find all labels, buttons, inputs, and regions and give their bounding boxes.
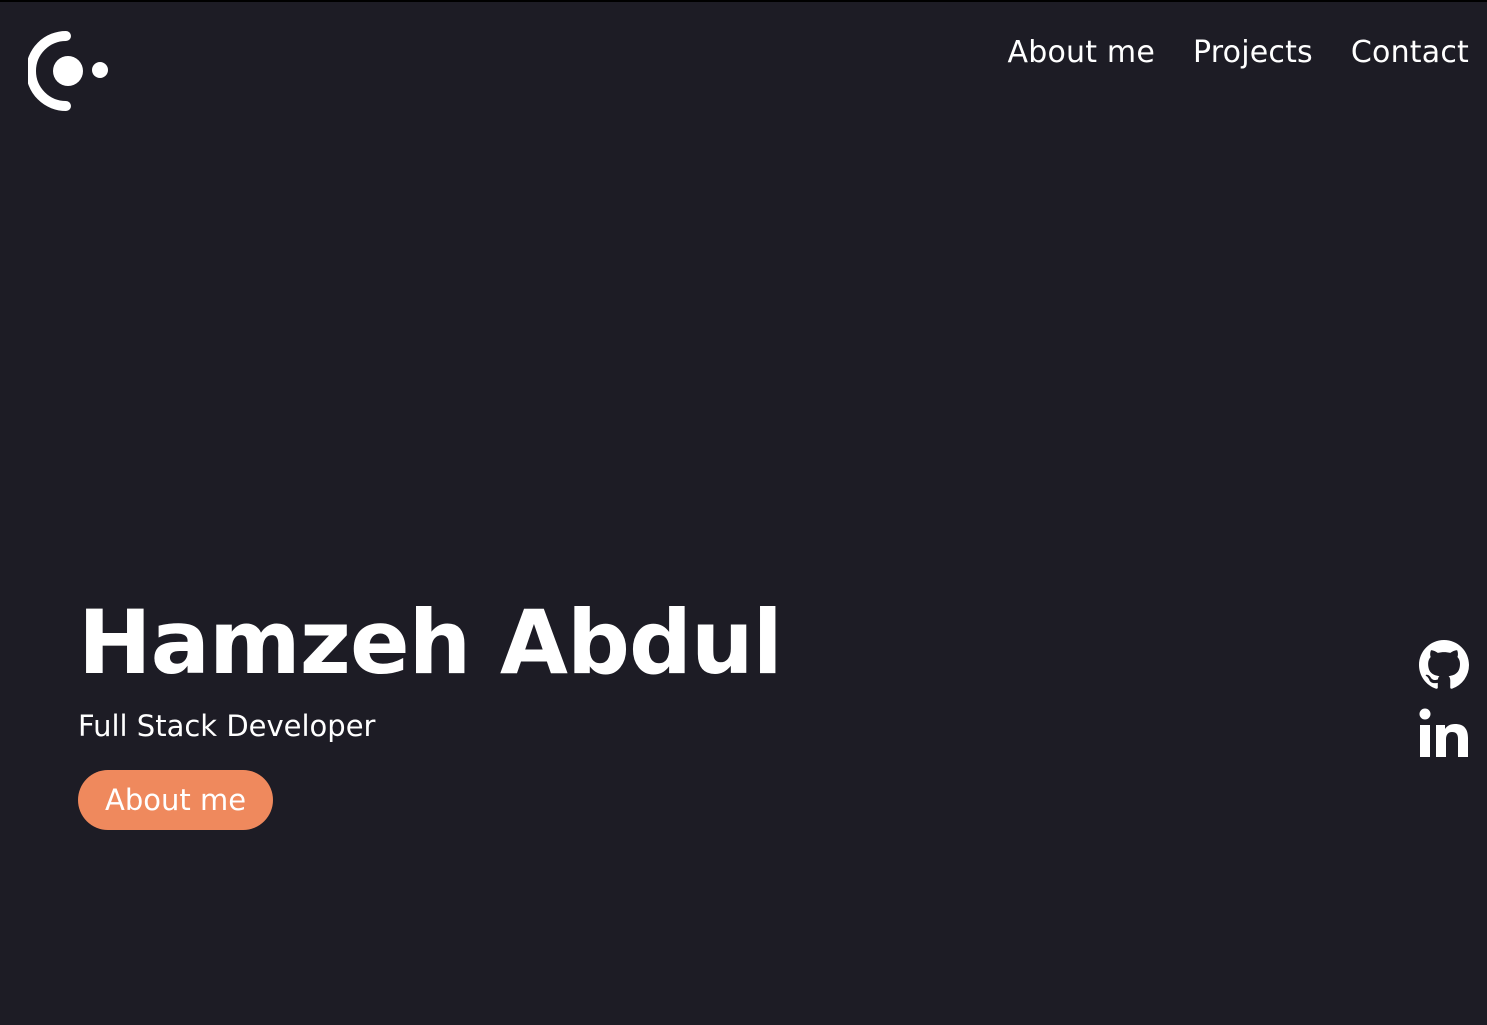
nav-contact-link[interactable]: Contact xyxy=(1351,30,1469,76)
about-me-button[interactable]: About me xyxy=(78,770,274,830)
github-link[interactable] xyxy=(1419,640,1469,690)
social-links xyxy=(1419,640,1469,758)
linkedin-icon xyxy=(1419,708,1468,757)
main-nav: About me Projects Contact xyxy=(1007,30,1469,76)
window-top-edge xyxy=(0,0,1487,2)
hero-name: Hamzeh Abdul xyxy=(78,591,783,694)
github-icon xyxy=(1419,640,1469,689)
nav-projects-link[interactable]: Projects xyxy=(1193,30,1313,76)
hero-role: Full Stack Developer xyxy=(78,709,376,743)
nav-about-me-link[interactable]: About me xyxy=(1007,30,1155,76)
site-logo[interactable] xyxy=(26,30,110,112)
hero-section: Hamzeh Abdul Full Stack Developer About … xyxy=(78,591,783,830)
brand-logo-icon xyxy=(26,31,108,111)
linkedin-link[interactable] xyxy=(1419,708,1469,758)
